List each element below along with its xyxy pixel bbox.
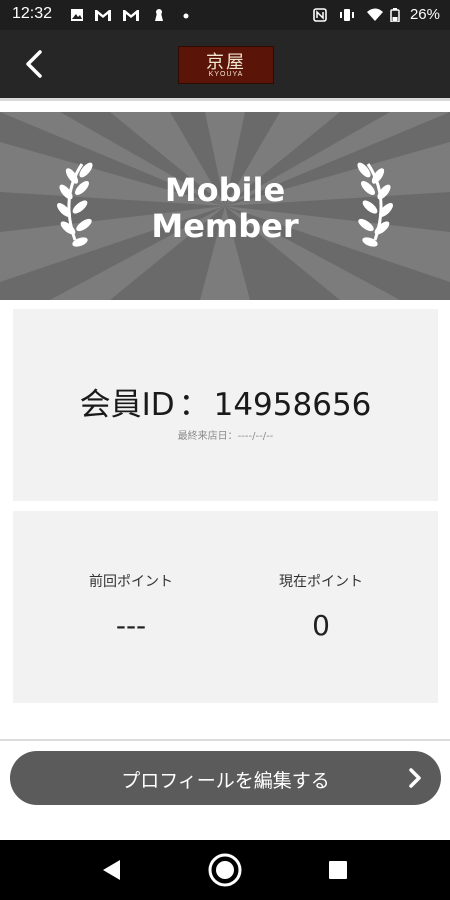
member-id-card: 会員ID： 14958656 最終来店日：----/--/-- — [13, 309, 438, 501]
dot-icon — [183, 13, 189, 19]
logo-romaji: KYOUYA — [208, 71, 244, 78]
member-id-value: 14958656 — [213, 387, 372, 423]
keyhole-icon — [155, 9, 163, 21]
edit-profile-label: プロフィールを編集する — [121, 770, 330, 792]
app-header: 京屋 KYOUYA — [0, 30, 450, 98]
nav-back-icon[interactable] — [100, 859, 122, 881]
system-nav-bar — [0, 840, 450, 900]
previous-points-label: 前回ポイント — [89, 574, 173, 590]
nav-recents-icon[interactable] — [328, 860, 348, 880]
member-id: 会員ID： 14958656 — [13, 379, 438, 424]
status-time: 12:32 — [12, 5, 53, 22]
member-id-separator: ： — [178, 387, 210, 423]
wifi-icon — [367, 8, 383, 21]
member-id-label: 会員ID — [79, 387, 175, 423]
points-card: 前回ポイント --- 現在ポイント 0 — [13, 511, 438, 703]
mobile-member-banner: Mobile Member — [0, 112, 450, 300]
last-visit: 最終来店日：----/--/-- — [13, 427, 438, 442]
kyouya-logo: 京屋 KYOUYA — [178, 46, 274, 84]
nfc-icon — [313, 8, 327, 22]
last-visit-value: ----/--/-- — [237, 431, 274, 442]
image-icon — [71, 9, 83, 21]
current-points-value: 0 — [312, 609, 330, 642]
back-arrow-icon[interactable] — [20, 48, 52, 80]
current-points: 現在ポイント 0 — [221, 571, 421, 642]
battery-icon — [390, 8, 400, 22]
gmail-icon — [95, 10, 111, 21]
banner-title-line1: Mobile — [164, 171, 286, 209]
status-bar: 12:32 26% — [0, 0, 450, 30]
previous-points-value: --- — [115, 609, 147, 642]
header-divider — [0, 98, 450, 101]
banner-title: Mobile Member — [0, 172, 450, 244]
footer-divider — [0, 739, 450, 741]
battery-percent: 26% — [409, 6, 440, 23]
nav-home-icon[interactable] — [207, 852, 243, 888]
banner-title-line2: Member — [151, 207, 299, 245]
chevron-right-icon — [409, 768, 421, 788]
edit-profile-button[interactable]: プロフィールを編集する — [10, 751, 441, 805]
gmail-icon — [123, 10, 139, 21]
previous-points: 前回ポイント --- — [31, 571, 231, 642]
current-points-label: 現在ポイント — [279, 574, 363, 590]
vibrate-icon — [340, 9, 354, 21]
last-visit-label: 最終来店日： — [177, 431, 238, 442]
